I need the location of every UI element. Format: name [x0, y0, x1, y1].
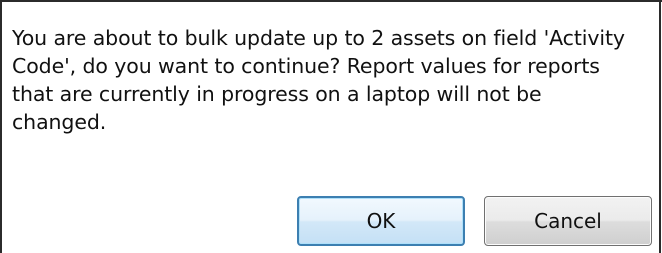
- message-line-2: Code', do you want to continue? Report v…: [12, 54, 600, 78]
- message-line-3: that are currently in progress on a lapt…: [12, 82, 542, 106]
- message-line-1: You are about to bulk update up to 2 ass…: [12, 26, 625, 50]
- dialog-border-top: [0, 0, 662, 2]
- ok-button[interactable]: OK: [297, 196, 465, 246]
- dialog-border-left: [0, 0, 2, 253]
- cancel-button[interactable]: Cancel: [484, 196, 652, 246]
- dialog-border-right: [659, 0, 661, 253]
- confirmation-dialog: You are about to bulk update up to 2 ass…: [0, 0, 662, 253]
- message-line-4: changed.: [12, 110, 107, 134]
- dialog-message: You are about to bulk update up to 2 ass…: [12, 24, 652, 136]
